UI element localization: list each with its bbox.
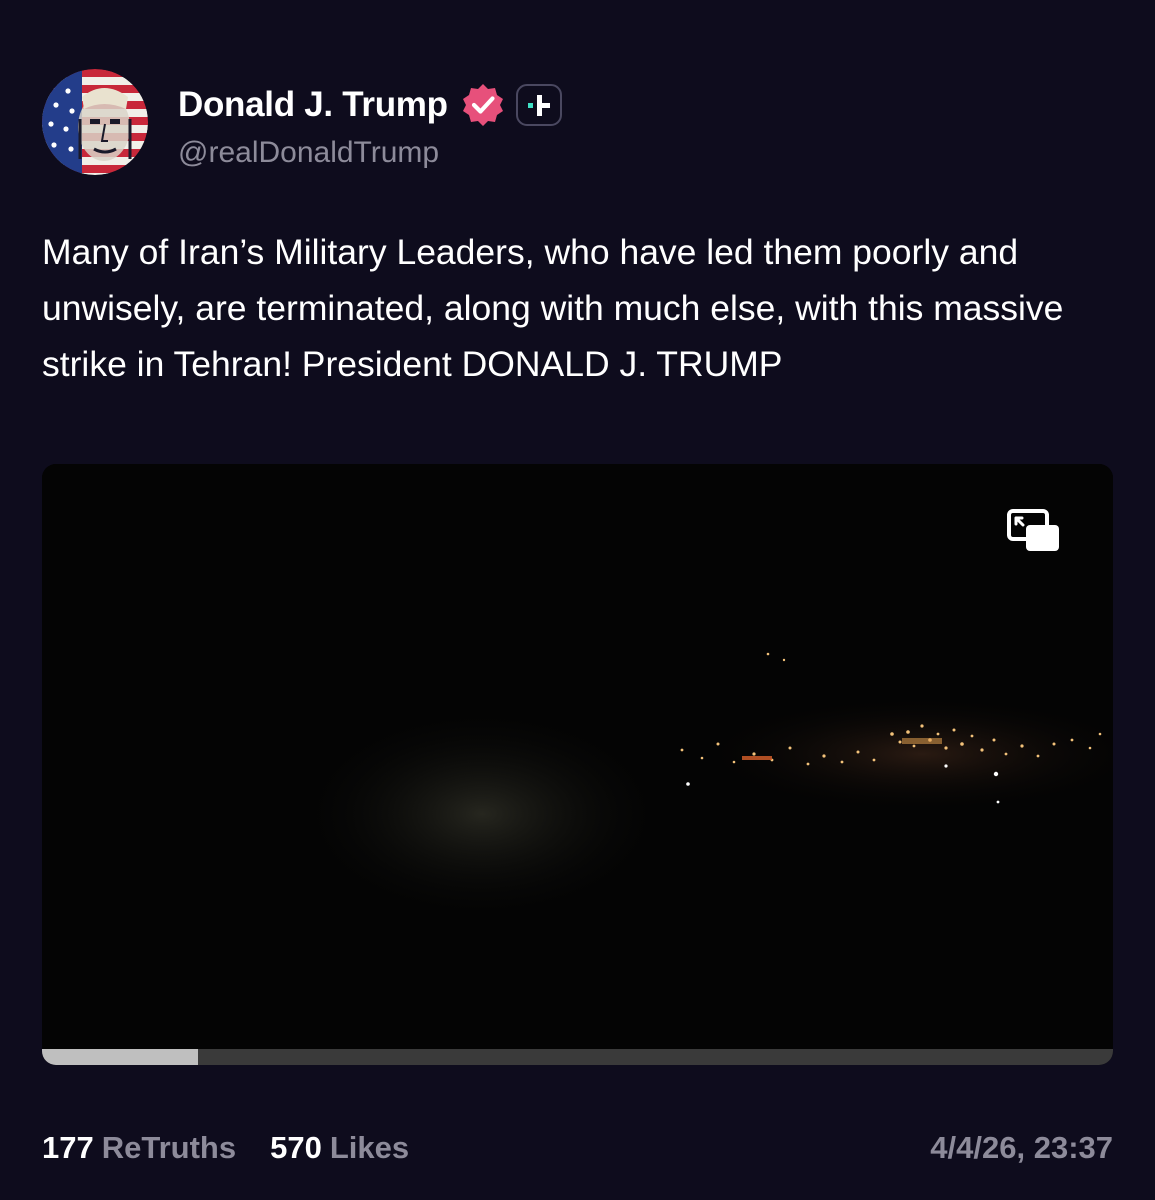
post-timestamp[interactable]: 4/4/26, 23:37 (930, 1130, 1113, 1166)
post-text: Many of Iran’s Military Leaders, who hav… (42, 232, 1064, 384)
avatar[interactable] (42, 69, 148, 175)
retruths-stat[interactable]: 177 ReTruths (42, 1130, 236, 1166)
video-progress-fill (42, 1049, 199, 1065)
author-display-name[interactable]: Donald J. Trump (178, 85, 448, 125)
likes-count: 570 (270, 1130, 322, 1165)
avatar-image (42, 69, 148, 175)
picture-in-picture-icon[interactable] (1006, 508, 1062, 554)
video-frame (42, 464, 1113, 1049)
retruths-count: 177 (42, 1130, 94, 1165)
video-progress-bar[interactable] (42, 1049, 1113, 1065)
post-footer: 177 ReTruths 570 Likes 4/4/26, 23:37 (42, 1126, 1113, 1170)
truth-plus-icon (515, 84, 562, 126)
verified-badge-icon (460, 82, 506, 128)
author-handle[interactable]: @realDonaldTrump (178, 136, 439, 170)
likes-stat[interactable]: 570 Likes (270, 1130, 409, 1166)
author-name-row: Donald J. Trump (178, 80, 562, 130)
retruths-label: ReTruths (101, 1130, 237, 1165)
video-player[interactable] (42, 464, 1113, 1065)
likes-label: Likes (329, 1130, 410, 1165)
